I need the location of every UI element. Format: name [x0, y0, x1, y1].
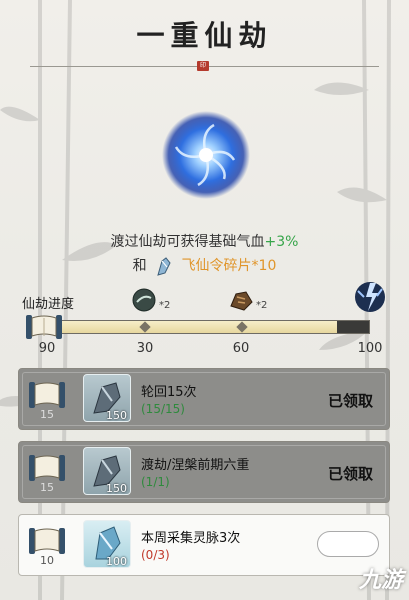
- reward-description-line2: 和 飞仙令碎片*10: [0, 255, 409, 277]
- task-card[interactable]: 15 150 渡劫/涅槃前期六重 (1/1) 已领取: [18, 441, 390, 503]
- task-progress: (0/3): [141, 548, 170, 562]
- item-slot[interactable]: 150: [83, 374, 131, 422]
- page-title: 一重仙劫: [136, 19, 273, 52]
- progress-label: 仙劫进度: [22, 297, 75, 312]
- pouch-reward-icon[interactable]: [228, 288, 254, 316]
- milestone-reward-count: *2: [159, 300, 171, 311]
- scroll-count: 15: [40, 481, 54, 494]
- task-name: 渡劫/涅槃前期六重: [141, 458, 250, 473]
- go-button[interactable]: [317, 531, 379, 557]
- item-count: 100: [106, 555, 127, 568]
- bonus-text: 渡过仙劫可获得基础气血: [110, 234, 265, 250]
- task-progress: (15/15): [141, 402, 185, 416]
- scroll-count: 10: [40, 554, 54, 567]
- progress-start-label: 90: [38, 341, 56, 356]
- orb-reward-icon[interactable]: [131, 287, 157, 317]
- token-reward-text: 飞仙令碎片*10: [181, 258, 277, 274]
- claimed-status: 已领取: [327, 392, 373, 410]
- item-slot[interactable]: 100: [83, 520, 131, 568]
- milestone-reward-count: *2: [256, 300, 268, 311]
- item-count: 150: [106, 409, 127, 422]
- item-slot[interactable]: 150: [83, 447, 131, 495]
- scroll-icon: 10: [27, 525, 67, 567]
- reward-description-line1: 渡过仙劫可获得基础气血+3%: [0, 231, 409, 251]
- seal-icon: 印: [197, 61, 209, 71]
- scroll-count: 15: [40, 408, 54, 421]
- scroll-icon: 15: [27, 452, 67, 494]
- tribulation-orb-icon: [161, 110, 251, 200]
- task-name: 轮回15次: [141, 385, 197, 400]
- bamboo-decoration-right: [314, 0, 391, 600]
- item-count: 150: [106, 482, 127, 495]
- milestone-label: 60: [232, 341, 250, 356]
- watermark-logo: 九游: [358, 568, 403, 593]
- progress-bar-fill: [46, 321, 337, 333]
- and-text: 和: [132, 258, 147, 274]
- task-card[interactable]: 10 100 本周采集灵脉3次 (0/3): [18, 514, 390, 576]
- task-card[interactable]: 15 150 轮回15次 (15/15) 已领取: [18, 368, 390, 430]
- lightning-reward-icon[interactable]: [352, 277, 388, 321]
- bonus-value: +3%: [264, 234, 299, 250]
- milestone-label: 30: [136, 341, 154, 356]
- task-progress: (1/1): [141, 475, 170, 489]
- progress-bar: [45, 320, 370, 334]
- claimed-status: 已领取: [327, 465, 373, 483]
- milestone-label: 100: [357, 341, 383, 356]
- scroll-icon: 15: [27, 379, 67, 421]
- token-shard-icon: [153, 255, 175, 277]
- task-name: 本周采集灵脉3次: [141, 531, 241, 546]
